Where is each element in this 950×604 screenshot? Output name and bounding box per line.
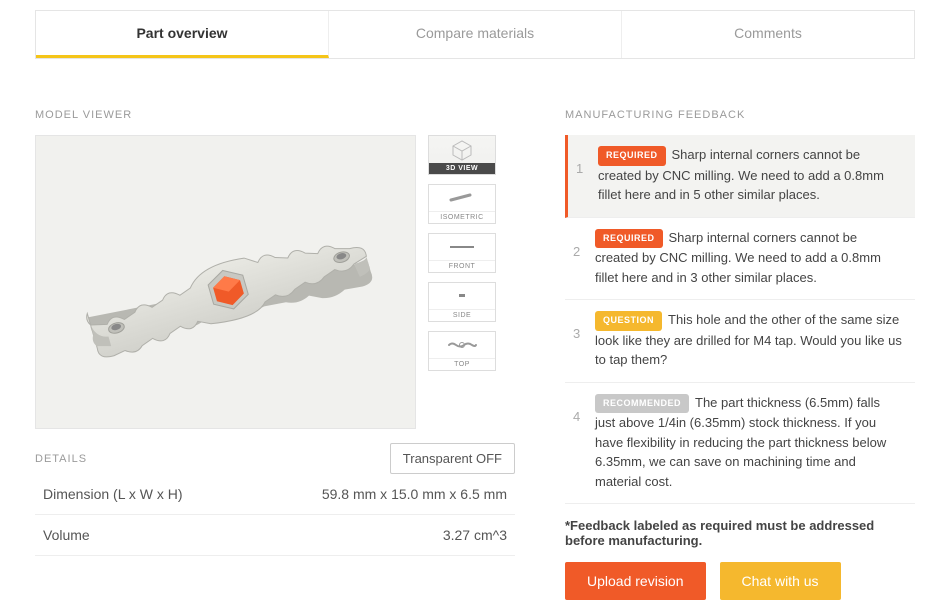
upload-revision-button[interactable]: Upload revision <box>565 562 706 600</box>
question-badge: QUESTION <box>595 311 662 331</box>
view-buttons: 3D VIEW ISOMETRIC FRONT <box>428 135 496 429</box>
feedback-actions: Upload revision Chat with us <box>565 562 915 600</box>
isometric-icon <box>429 185 495 211</box>
feedback-number: 2 <box>573 228 583 288</box>
front-icon <box>429 234 495 260</box>
chat-with-us-button[interactable]: Chat with us <box>720 562 841 600</box>
feedback-number: 3 <box>573 310 583 370</box>
view-front-label: FRONT <box>429 260 495 272</box>
feedback-item[interactable]: 2 REQUIREDSharp internal corners cannot … <box>565 218 915 301</box>
required-badge: REQUIRED <box>595 229 663 249</box>
view-side-label: SIDE <box>429 309 495 321</box>
tab-compare-materials[interactable]: Compare materials <box>329 11 622 58</box>
view-side-button[interactable]: SIDE <box>428 282 496 322</box>
detail-dimension-row: Dimension (L x W x H) 59.8 mm x 15.0 mm … <box>35 474 515 515</box>
feedback-item[interactable]: 4 RECOMMENDEDThe part thickness (6.5mm) … <box>565 383 915 505</box>
detail-volume-row: Volume 3.27 cm^3 <box>35 515 515 556</box>
model-viewer[interactable] <box>35 135 416 429</box>
view-3d-label: 3D VIEW <box>429 163 495 174</box>
feedback-number: 4 <box>573 393 583 492</box>
tabs: Part overview Compare materials Comments <box>35 10 915 59</box>
tab-comments[interactable]: Comments <box>622 11 914 58</box>
top-icon <box>429 332 495 358</box>
dimension-value: 59.8 mm x 15.0 mm x 6.5 mm <box>322 486 507 502</box>
transparent-toggle-button[interactable]: Transparent OFF <box>390 443 515 474</box>
feedback-item[interactable]: 1 REQUIREDSharp internal corners cannot … <box>565 135 915 218</box>
feedback-footnote: *Feedback labeled as required must be ad… <box>565 518 915 548</box>
feedback-label: MANUFACTURING FEEDBACK <box>565 109 915 121</box>
part-model-icon <box>61 177 391 387</box>
feedback-item[interactable]: 3 QUESTIONThis hole and the other of the… <box>565 300 915 383</box>
view-isometric-label: ISOMETRIC <box>429 211 495 223</box>
view-isometric-button[interactable]: ISOMETRIC <box>428 184 496 224</box>
model-viewer-label: MODEL VIEWER <box>35 109 515 121</box>
view-3d-button[interactable]: 3D VIEW <box>428 135 496 175</box>
view-front-button[interactable]: FRONT <box>428 233 496 273</box>
view-top-button[interactable]: TOP <box>428 331 496 371</box>
details-label: DETAILS <box>35 453 87 465</box>
side-icon <box>429 283 495 309</box>
volume-value: 3.27 cm^3 <box>443 527 507 543</box>
tab-part-overview[interactable]: Part overview <box>36 11 329 58</box>
cube-icon <box>429 136 495 163</box>
dimension-label: Dimension (L x W x H) <box>43 486 183 502</box>
required-badge: REQUIRED <box>598 146 666 166</box>
view-top-label: TOP <box>429 358 495 370</box>
volume-label: Volume <box>43 527 90 543</box>
feedback-number: 1 <box>576 145 586 205</box>
recommended-badge: RECOMMENDED <box>595 394 689 414</box>
